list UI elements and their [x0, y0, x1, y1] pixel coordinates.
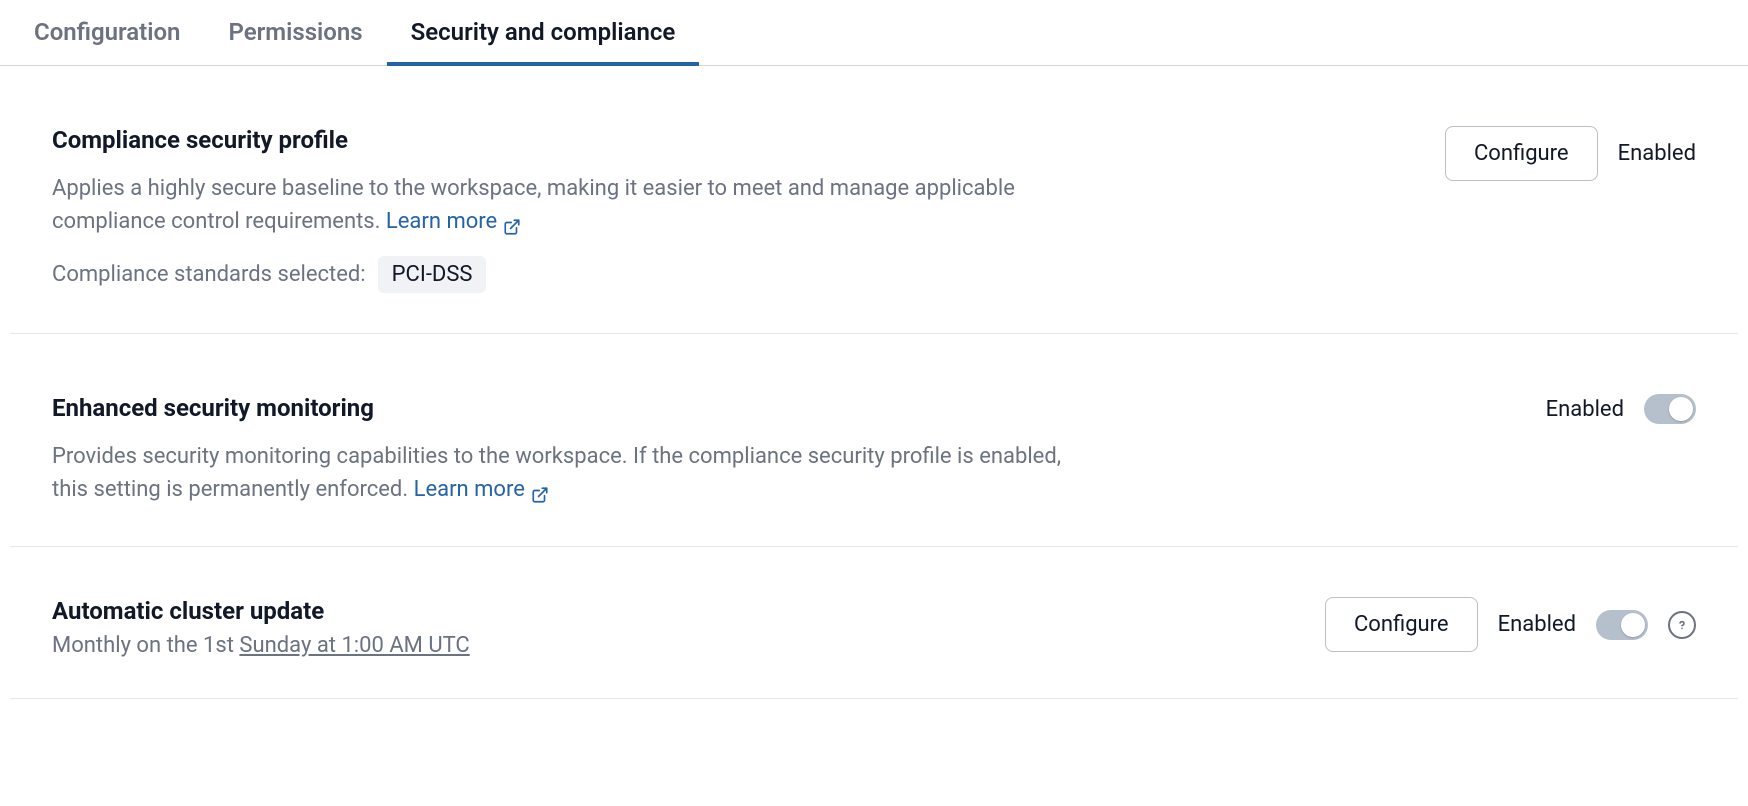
- section-cluster-right: Configure Enabled: [1325, 597, 1696, 652]
- tab-security-compliance[interactable]: Security and compliance: [387, 0, 700, 66]
- compliance-configure-button[interactable]: Configure: [1445, 126, 1598, 181]
- monitoring-title: Enhanced security monitoring: [52, 394, 1072, 422]
- monitoring-learn-more-link[interactable]: Learn more: [414, 473, 549, 506]
- cluster-configure-button[interactable]: Configure: [1325, 597, 1478, 652]
- section-compliance-profile: Compliance security profile Applies a hi…: [10, 66, 1738, 334]
- tab-bar: Configuration Permissions Security and c…: [0, 0, 1748, 66]
- section-compliance-left: Compliance security profile Applies a hi…: [52, 126, 1072, 293]
- toggle-knob: [1621, 613, 1645, 637]
- monitoring-learn-more-text: Learn more: [414, 473, 525, 506]
- section-enhanced-monitoring: Enhanced security monitoring Provides se…: [10, 334, 1738, 547]
- section-cluster-left: Automatic cluster update Monthly on the …: [52, 597, 1072, 658]
- compliance-title: Compliance security profile: [52, 126, 1072, 154]
- monitoring-status-label: Enabled: [1546, 397, 1624, 422]
- external-link-icon: [503, 213, 521, 231]
- compliance-description: Applies a highly secure baseline to the …: [52, 172, 1072, 238]
- external-link-icon: [531, 481, 549, 499]
- compliance-standards-row: Compliance standards selected: PCI-DSS: [52, 256, 1072, 293]
- cluster-schedule-prefix: Monthly on the 1st: [52, 633, 239, 658]
- monitoring-description: Provides security monitoring capabilitie…: [52, 440, 1072, 506]
- section-auto-cluster-update: Automatic cluster update Monthly on the …: [10, 547, 1738, 699]
- compliance-standards-label: Compliance standards selected:: [52, 262, 366, 287]
- cluster-status-label: Enabled: [1498, 612, 1576, 637]
- section-monitoring-left: Enhanced security monitoring Provides se…: [52, 394, 1072, 506]
- tab-configuration[interactable]: Configuration: [10, 0, 204, 66]
- section-monitoring-right: Enabled: [1546, 394, 1696, 424]
- compliance-desc-text: Applies a highly secure baseline to the …: [52, 176, 1015, 234]
- tab-permissions[interactable]: Permissions: [204, 0, 386, 66]
- monitoring-desc-text: Provides security monitoring capabilitie…: [52, 444, 1061, 502]
- cluster-title: Automatic cluster update: [52, 597, 1072, 625]
- section-compliance-right: Configure Enabled: [1445, 126, 1696, 181]
- monitoring-toggle[interactable]: [1644, 394, 1696, 424]
- cluster-schedule-link[interactable]: Sunday at 1:00 AM UTC: [239, 633, 469, 658]
- compliance-learn-more-link[interactable]: Learn more: [386, 205, 521, 238]
- cluster-toggle[interactable]: [1596, 610, 1648, 640]
- compliance-learn-more-text: Learn more: [386, 205, 497, 238]
- toggle-knob: [1669, 397, 1693, 421]
- help-icon[interactable]: [1668, 611, 1696, 639]
- cluster-schedule: Monthly on the 1st Sunday at 1:00 AM UTC: [52, 633, 1072, 658]
- compliance-standard-tag: PCI-DSS: [378, 256, 487, 293]
- compliance-status-label: Enabled: [1618, 141, 1696, 166]
- settings-content: Compliance security profile Applies a hi…: [0, 66, 1748, 699]
